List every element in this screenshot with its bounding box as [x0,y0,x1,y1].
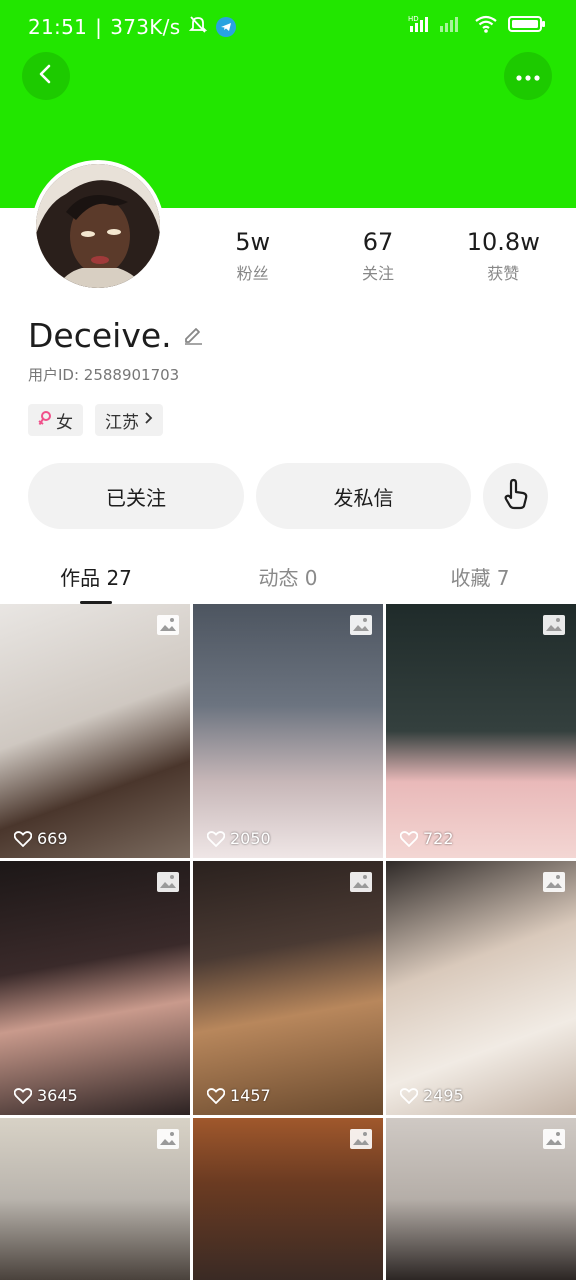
tab-moments[interactable]: 动态 0 [192,556,384,604]
image-icon [350,615,372,635]
wifi-icon [474,14,498,38]
avatar-image [36,164,160,288]
post-tile[interactable]: 1457 [193,861,383,1115]
chevron-right-icon [143,410,153,430]
post-tile[interactable]: 2050 [193,604,383,858]
poke-button[interactable] [483,463,548,529]
heart-icon [400,830,418,847]
post-tile[interactable] [386,1118,576,1280]
heart-icon [207,830,225,847]
heart-icon [14,1087,32,1104]
edit-pencil-icon[interactable] [182,323,204,349]
profile-name: Deceive. [28,316,172,355]
tab-works[interactable]: 作品 27 [0,556,192,604]
like-count-value: 2495 [423,1086,464,1105]
svg-text:HD: HD [408,15,419,23]
heart-icon [14,830,32,847]
heart-icon [400,1087,418,1104]
post-tile[interactable] [0,1118,190,1280]
stat-followers[interactable]: 5w 粉丝 [198,228,308,284]
gender-tag: 女 [28,404,83,436]
like-count-value: 3645 [37,1086,78,1105]
posts-grid: 669 2050 722 3645 1457 2495 [0,604,576,1280]
tab-label: 动态 0 [258,566,318,590]
followed-button[interactable]: 已关注 [28,463,244,529]
image-icon [157,1129,179,1149]
like-count-value: 722 [423,829,454,848]
stat-value: 67 [362,228,394,256]
name-row: Deceive. [28,316,204,355]
post-tile[interactable]: 722 [386,604,576,858]
more-dots-icon [515,67,541,86]
image-icon [543,615,565,635]
back-button[interactable] [22,52,70,100]
image-icon [157,615,179,635]
profile-stats: 5w 粉丝 67 关注 10.8w 获赞 [190,228,566,284]
like-count: 722 [400,829,454,848]
stat-label: 粉丝 [236,264,269,283]
gender-label: 女 [56,412,73,433]
tab-label: 作品 27 [60,566,132,590]
post-tile[interactable]: 2495 [386,861,576,1115]
status-left: 21:51 | 373K/s [28,14,237,39]
stat-value: 10.8w [466,228,540,256]
image-icon [543,872,565,892]
status-separator: | [95,14,103,39]
profile-tags: 女 江苏 [28,404,163,436]
content-tabs: 作品 27 动态 0 收藏 7 [0,556,576,604]
tab-label: 收藏 7 [450,566,510,590]
like-count-value: 669 [37,829,68,848]
stat-value: 5w [235,228,271,256]
mute-icon [188,14,208,39]
like-count-value: 2050 [230,829,271,848]
heart-icon [207,1087,225,1104]
avatar[interactable] [32,160,164,292]
stat-likes[interactable]: 10.8w 获赞 [448,228,558,284]
stat-label: 关注 [361,264,394,283]
like-count: 669 [14,829,68,848]
tab-favorites[interactable]: 收藏 7 [384,556,576,604]
status-time: 21:51 [28,14,88,39]
post-tile[interactable]: 669 [0,604,190,858]
status-speed: 373K/s [110,14,181,39]
status-right: HD [408,14,546,38]
like-count-value: 1457 [230,1086,271,1105]
tap-hand-icon [501,477,531,516]
post-tile[interactable]: 3645 [0,861,190,1115]
image-icon [543,1129,565,1149]
like-count: 3645 [14,1086,78,1105]
user-id: 用户ID: 2588901703 [28,366,180,384]
image-icon [350,872,372,892]
female-icon [38,410,52,430]
telegram-icon [216,16,237,37]
like-count: 2050 [207,829,271,848]
image-icon [157,872,179,892]
chevron-left-icon [35,63,57,89]
status-bar: 21:51 | 373K/s HD [0,0,576,56]
location-label: 江苏 [105,412,139,433]
stat-following[interactable]: 67 关注 [323,228,433,284]
more-options-button[interactable] [504,52,552,100]
like-count: 1457 [207,1086,271,1105]
stat-label: 获赞 [487,264,520,283]
battery-icon [508,14,546,38]
post-tile[interactable] [193,1118,383,1280]
profile-actions: 已关注 发私信 [28,463,548,529]
like-count: 2495 [400,1086,464,1105]
send-message-button[interactable]: 发私信 [256,463,471,529]
image-icon [350,1129,372,1149]
signal-icon: HD [408,14,464,38]
location-tag[interactable]: 江苏 [95,404,163,436]
